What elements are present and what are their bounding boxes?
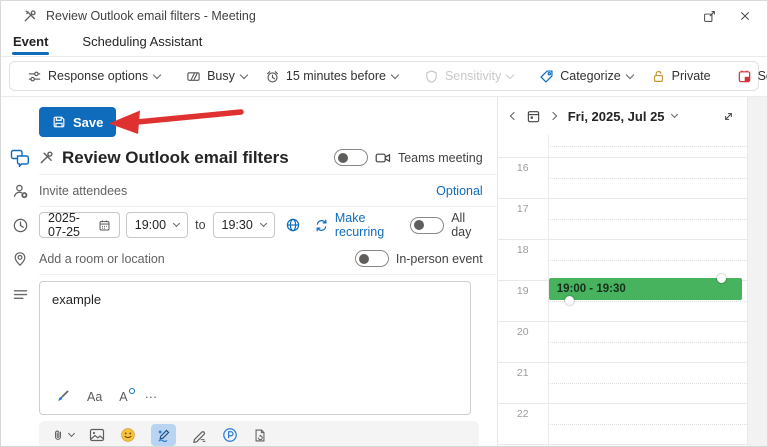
description-text[interactable]: example (40, 282, 470, 385)
tools-icon (23, 9, 37, 23)
event-form: Save Review Outlook email filters Teams … (1, 97, 498, 446)
camera-icon (375, 151, 391, 165)
event-time-label: 19:00 - 19:30 (556, 283, 626, 295)
date-picker[interactable]: 2025-07-25 (39, 211, 120, 239)
alarm-icon (265, 69, 280, 84)
chevron-down-icon (173, 219, 181, 228)
in-person-label: In-person event (395, 251, 483, 266)
sliders-icon (27, 69, 42, 84)
event-title[interactable]: Review Outlook email filters (62, 148, 289, 168)
chevron-down-icon (239, 70, 249, 79)
date-header-dropdown[interactable]: Fri, 2025, Jul 25 (568, 109, 678, 124)
in-person-toggle[interactable] (354, 250, 389, 267)
pen-icon[interactable] (191, 427, 207, 443)
scheduling-poll-button[interactable]: Scheduling poll (728, 63, 767, 89)
to-label: to (195, 218, 206, 232)
resize-handle-top[interactable] (717, 273, 727, 283)
popout-icon[interactable] (701, 8, 717, 24)
hour-slot-21[interactable]: 21 (497, 362, 748, 403)
next-day-icon[interactable] (548, 111, 557, 121)
sensitivity-button[interactable]: Sensitivity (415, 63, 522, 89)
font-button[interactable]: Aa (87, 390, 102, 404)
editor-icon[interactable] (222, 427, 238, 443)
chevron-down-icon (625, 70, 634, 79)
attach-icon[interactable] (51, 428, 76, 443)
timezone-globe-icon[interactable] (285, 217, 301, 233)
invite-attendees-field[interactable]: Invite attendees (39, 184, 127, 198)
format-painter-icon[interactable] (54, 389, 70, 405)
meeting-window: Review Outlook email filters - Meeting E… (0, 0, 768, 447)
show-as-busy-button[interactable]: Busy (177, 63, 256, 89)
location-pin-icon (1, 243, 39, 275)
emoji-icon[interactable] (120, 427, 136, 443)
teams-meeting-label: Teams meeting (397, 150, 483, 165)
save-button[interactable]: Save (39, 107, 117, 137)
categorize-button[interactable]: Categorize (530, 63, 641, 89)
expand-icon[interactable] (722, 110, 735, 123)
ribbon-wrap: Response options Busy 15 minutes before (1, 57, 767, 97)
tab-row: Event Scheduling Assistant (1, 31, 767, 57)
chevron-down-icon (259, 219, 267, 228)
calendar-today-icon[interactable] (526, 109, 541, 124)
start-time-select[interactable]: 19:00 (125, 212, 189, 238)
format-more-button[interactable]: ··· (145, 390, 158, 404)
save-icon (52, 115, 66, 129)
all-day-toggle[interactable] (410, 216, 445, 234)
day-calendar-panel: Fri, 2025, Jul 25 16 17 18 19 20 21 22 1… (497, 97, 748, 446)
text-lines-icon (1, 275, 39, 446)
format-toolbar: Aa A ··· (40, 385, 470, 414)
ribbon: Response options Busy 15 minutes before (9, 61, 767, 91)
description-editor: example Aa A ··· (39, 281, 471, 415)
tab-event[interactable]: Event (11, 31, 50, 56)
font-size-button[interactable]: A (119, 388, 136, 404)
half-hour-line (547, 146, 748, 147)
close-icon[interactable] (737, 8, 753, 24)
busy-status-icon (186, 69, 201, 84)
person-add-icon (1, 175, 39, 207)
sensitivity-icon (424, 69, 439, 84)
insert-toolbar (39, 421, 479, 446)
prev-day-icon[interactable] (509, 111, 518, 121)
hour-slot-16[interactable]: 16 (497, 157, 748, 198)
chevron-down-icon (390, 70, 400, 79)
hour-slot-17[interactable]: 17 (497, 198, 748, 239)
hour-slot-18[interactable]: 18 (497, 239, 748, 280)
make-recurring-button[interactable]: Make recurring (314, 211, 410, 239)
chevron-down-icon (505, 70, 515, 79)
recurring-icon (314, 218, 329, 233)
tools-icon (39, 150, 54, 165)
tab-scheduling-assistant[interactable]: Scheduling Assistant (80, 31, 204, 56)
end-time-select[interactable]: 19:30 (212, 212, 275, 238)
mini-calendar-icon (98, 219, 111, 232)
calendar-header: Fri, 2025, Jul 25 (498, 97, 747, 135)
optional-link[interactable]: Optional (436, 184, 483, 198)
response-options-button[interactable]: Response options (18, 63, 169, 89)
insert-image-icon[interactable] (89, 428, 105, 442)
private-button[interactable]: Private (642, 63, 720, 89)
tag-icon (539, 69, 554, 84)
polls-icon[interactable] (253, 428, 267, 443)
teams-meeting-toggle[interactable] (333, 149, 368, 166)
clock-icon (1, 207, 39, 243)
chevron-down-icon (152, 70, 162, 79)
chat-bubbles-icon (1, 141, 39, 175)
titlebar: Review Outlook email filters - Meeting (1, 1, 767, 31)
window-title: Review Outlook email filters - Meeting (46, 9, 256, 23)
all-day-label: All day (451, 211, 472, 239)
lock-open-icon (651, 69, 666, 84)
calendar-event[interactable]: 19:00 - 19:30 (548, 273, 743, 305)
chevron-down-icon (670, 110, 678, 119)
chevron-down-icon (67, 429, 76, 438)
draw-icon[interactable] (151, 424, 176, 446)
reminder-button[interactable]: 15 minutes before (256, 63, 407, 89)
day-grid: 16 17 18 19 20 21 22 23 19:00 - 19:30 (497, 135, 748, 446)
location-field[interactable]: Add a room or location (39, 252, 165, 266)
hour-slot-22[interactable]: 22 (497, 403, 748, 444)
hour-slot-20[interactable]: 20 (497, 321, 748, 362)
resize-handle-bottom[interactable] (564, 295, 574, 305)
scheduling-poll-icon (737, 69, 752, 84)
scrollbar-track[interactable] (747, 97, 767, 446)
